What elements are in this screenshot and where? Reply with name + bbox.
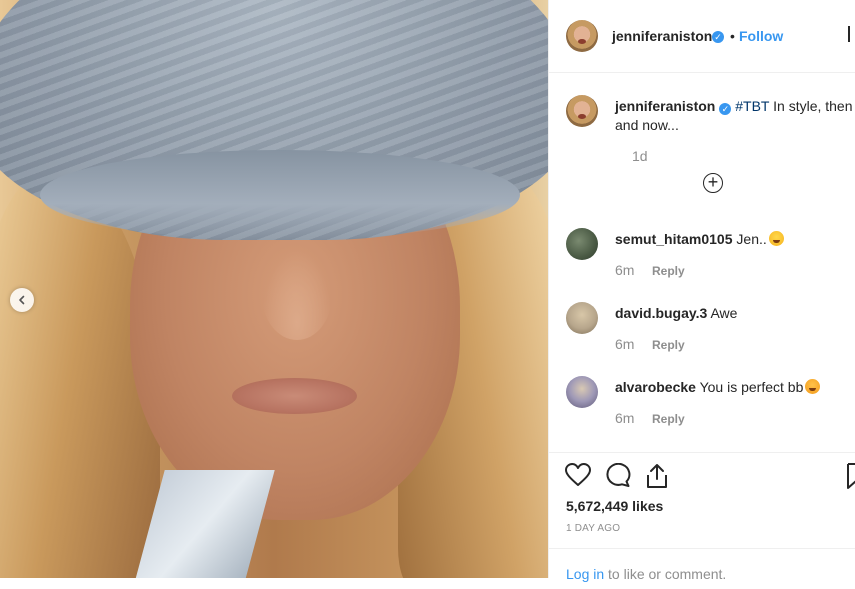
- follow-button[interactable]: Follow: [739, 28, 783, 44]
- caption-username[interactable]: jenniferaniston: [615, 98, 715, 114]
- commenter-avatar[interactable]: [566, 302, 598, 334]
- comment-username[interactable]: semut_hitam0105: [615, 231, 733, 247]
- login-prompt-bar: Log in to like or comment.: [549, 548, 855, 589]
- comment-username[interactable]: alvarobecke: [615, 379, 696, 395]
- caption-text: jenniferaniston ✓ #TBT In style, then and…: [615, 97, 853, 135]
- comment-item: alvarobecke You is perfect bb 6m Reply: [566, 376, 851, 436]
- comment-body: Jen..: [736, 231, 767, 247]
- bookmark-icon[interactable]: [847, 463, 855, 489]
- comment-timestamp: 6m: [615, 262, 635, 278]
- comment-text: david.bugay.3 Awe: [615, 304, 737, 322]
- reply-button[interactable]: Reply: [652, 412, 685, 426]
- grinning-emoji-icon: [768, 231, 784, 246]
- photo-hat-brim: [40, 150, 520, 240]
- post-timestamp: 1 DAY AGO: [566, 523, 621, 534]
- comment-item: david.bugay.3 Awe 6m Reply: [566, 302, 851, 362]
- commenter-avatar[interactable]: [566, 376, 598, 408]
- post-header: jenniferaniston ✓ • Follow: [549, 0, 855, 73]
- action-bar: 5,672,449 likes 1 DAY AGO Log in to like…: [549, 452, 855, 582]
- post-photo[interactable]: [0, 0, 548, 578]
- post-sidebar: jenniferaniston ✓ • Follow jenniferanist…: [548, 0, 855, 582]
- comment-item: semut_hitam0105 Jen.. 6m Reply: [566, 228, 851, 288]
- reply-button[interactable]: Reply: [652, 338, 685, 352]
- author-username[interactable]: jenniferaniston: [612, 28, 712, 44]
- photo-nose: [262, 250, 332, 340]
- verified-badge-icon: ✓: [712, 31, 724, 43]
- comment-text: alvarobecke You is perfect bb: [615, 378, 821, 396]
- chevron-left-icon: [19, 295, 25, 305]
- avatar[interactable]: [566, 95, 598, 127]
- commenter-avatar[interactable]: [566, 228, 598, 260]
- comment-timestamp: 6m: [615, 410, 635, 426]
- separator-dot: •: [730, 28, 735, 44]
- share-icon[interactable]: [645, 463, 669, 489]
- reply-button[interactable]: Reply: [652, 264, 685, 278]
- load-more-comments-button[interactable]: +: [703, 173, 723, 193]
- login-prompt: Log in to like or comment.: [566, 566, 726, 582]
- comment-timestamp: 6m: [615, 336, 635, 352]
- more-icon[interactable]: [847, 26, 853, 42]
- heart-icon[interactable]: [565, 463, 591, 487]
- comment-text: semut_hitam0105 Jen..: [615, 230, 784, 248]
- heart-eyes-emoji-icon: [805, 379, 821, 394]
- login-link[interactable]: Log in: [566, 566, 604, 582]
- comment-body: Awe: [710, 305, 738, 321]
- caption-hashtag[interactable]: #TBT: [735, 98, 769, 114]
- avatar[interactable]: [566, 20, 598, 52]
- photo-lips: [232, 378, 357, 414]
- likes-count[interactable]: 5,672,449 likes: [566, 498, 663, 514]
- carousel-prev-button[interactable]: [10, 288, 34, 312]
- caption-timestamp: 1d: [632, 148, 648, 164]
- login-prompt-text: to like or comment.: [608, 566, 727, 582]
- comment-icon[interactable]: [605, 463, 631, 487]
- comment-username[interactable]: david.bugay.3: [615, 305, 707, 321]
- verified-badge-icon: ✓: [719, 103, 732, 115]
- comment-body: You is perfect bb: [699, 379, 804, 395]
